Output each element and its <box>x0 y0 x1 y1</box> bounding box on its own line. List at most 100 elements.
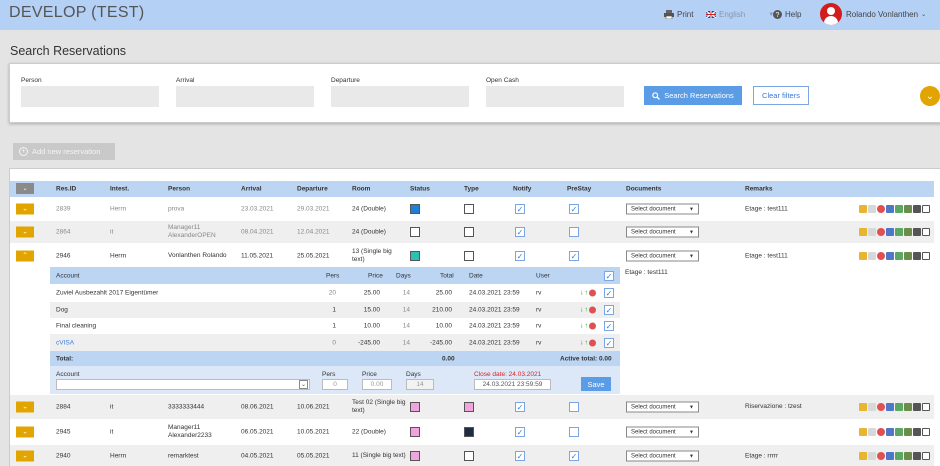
expand-row-button[interactable]: ⌄ <box>16 426 34 438</box>
arrow-down-icon[interactable]: ↓ <box>580 323 584 330</box>
print-icon[interactable] <box>895 452 903 460</box>
delete-icon[interactable] <box>877 228 885 236</box>
user-icon[interactable] <box>913 403 921 411</box>
cell-res-id[interactable]: 2864 <box>56 229 70 236</box>
delete-icon[interactable] <box>877 428 885 436</box>
header-res-id[interactable]: Res.ID <box>56 186 76 193</box>
document-icon[interactable] <box>868 403 876 411</box>
print-icon[interactable] <box>895 228 903 236</box>
money-icon[interactable] <box>904 452 912 460</box>
header-intest[interactable]: Intest. <box>110 186 129 193</box>
select-checkbox[interactable] <box>922 228 930 236</box>
help-button[interactable]: ? Help <box>773 10 801 19</box>
person-input[interactable] <box>21 86 159 107</box>
delete-icon[interactable] <box>877 452 885 460</box>
arrow-up-icon[interactable]: ↑ <box>585 323 589 330</box>
user-icon[interactable] <box>913 252 921 260</box>
select-document-dropdown[interactable]: Select document ▼ <box>626 250 699 262</box>
print-icon[interactable] <box>895 205 903 213</box>
add-reservation-button[interactable]: + Add new reservation <box>13 143 115 160</box>
calendar-icon[interactable] <box>886 403 894 411</box>
cell-res-id[interactable]: 2945 <box>56 429 70 436</box>
notify-checkbox[interactable]: ✓ <box>515 204 525 214</box>
money-icon[interactable] <box>904 205 912 213</box>
item-checkbox[interactable]: ✓ <box>604 288 614 298</box>
print-icon[interactable] <box>895 403 903 411</box>
edit-icon[interactable] <box>859 452 867 460</box>
print-icon[interactable] <box>895 428 903 436</box>
delete-icon[interactable] <box>589 322 596 330</box>
expand-row-button[interactable]: ⌄ <box>16 450 34 462</box>
expand-row-button[interactable]: ⌄ <box>16 226 34 238</box>
save-button[interactable]: Save <box>581 377 611 391</box>
arrow-up-icon[interactable]: ↑ <box>585 339 589 346</box>
search-reservations-button[interactable]: Search Reservations <box>644 86 742 105</box>
header-person[interactable]: Person <box>168 186 190 193</box>
prestay-checkbox[interactable] <box>569 402 579 412</box>
expand-row-button[interactable]: ⌄ <box>16 203 34 215</box>
user-icon[interactable] <box>913 205 921 213</box>
select-document-dropdown[interactable]: Select document ▼ <box>626 426 699 438</box>
prestay-checkbox[interactable] <box>569 227 579 237</box>
document-icon[interactable] <box>868 252 876 260</box>
delete-icon[interactable] <box>877 252 885 260</box>
money-icon[interactable] <box>904 252 912 260</box>
document-icon[interactable] <box>868 205 876 213</box>
expand-filters-button[interactable]: ⌄ <box>920 86 940 106</box>
item-checkbox[interactable]: ✓ <box>604 337 614 348</box>
arrow-down-icon[interactable]: ↓ <box>580 339 584 346</box>
item-checkbox[interactable]: ✓ <box>604 305 614 315</box>
delete-icon[interactable] <box>877 403 885 411</box>
cell-res-id[interactable]: 2839 <box>56 206 70 213</box>
user-avatar[interactable] <box>820 3 842 25</box>
delete-icon[interactable] <box>589 306 596 314</box>
select-document-dropdown[interactable]: Select document ▼ <box>626 450 699 462</box>
arrow-up-icon[interactable]: ↑ <box>585 290 589 297</box>
cell-res-id[interactable]: 2946 <box>56 253 70 260</box>
notify-checkbox[interactable]: ✓ <box>515 227 525 237</box>
header-prestay[interactable]: PreStay <box>567 186 591 193</box>
delete-icon[interactable] <box>877 205 885 213</box>
user-menu[interactable]: Rolando Vonlanthen ⌄ <box>846 10 926 19</box>
notify-checkbox[interactable]: ✓ <box>515 251 525 261</box>
expand-row-button[interactable]: ⌃ <box>16 250 34 262</box>
cell-res-id[interactable]: 2940 <box>56 453 70 460</box>
select-checkbox[interactable] <box>922 428 930 436</box>
select-document-dropdown[interactable]: Select document ▼ <box>626 401 699 413</box>
price-input[interactable]: 0.00 <box>362 379 392 390</box>
edit-icon[interactable] <box>859 228 867 236</box>
select-document-dropdown[interactable]: Select document ▼ <box>626 226 699 238</box>
table-row[interactable]: ⌄ 2884 it 3333333444 08.06.2021 10.06.2021 Tes… <box>10 395 934 419</box>
expand-row-button[interactable]: ⌄ <box>16 401 34 413</box>
table-row[interactable]: ⌄ 2940 Herrn remarktest 04.05.2021 05.05.2021… <box>10 445 934 466</box>
pers-input[interactable]: 0 <box>322 379 348 390</box>
edit-icon[interactable] <box>859 252 867 260</box>
header-departure[interactable]: Departure <box>297 186 328 193</box>
calendar-icon[interactable] <box>886 252 894 260</box>
departure-input[interactable] <box>331 86 469 107</box>
table-row[interactable]: ⌄ 2945 it Manager11 Alexander2233 06.05.2021… <box>10 421 934 443</box>
edit-icon[interactable] <box>859 428 867 436</box>
table-row[interactable]: ⌄ 2864 it Manager11 AlexanderOPEN 08.04.2021… <box>10 221 934 243</box>
edit-icon[interactable] <box>859 205 867 213</box>
arrow-up-icon[interactable]: ↑ <box>585 307 589 314</box>
arrow-down-icon[interactable]: ↓ <box>580 290 584 297</box>
print-icon[interactable] <box>895 252 903 260</box>
edit-icon[interactable] <box>859 403 867 411</box>
prestay-checkbox[interactable] <box>569 427 579 437</box>
prestay-checkbox[interactable]: ✓ <box>569 204 579 214</box>
prestay-checkbox[interactable]: ✓ <box>569 251 579 261</box>
close-date-input[interactable]: 24.03.2021 23:59:59 <box>474 379 551 390</box>
money-icon[interactable] <box>904 403 912 411</box>
open-cash-input[interactable] <box>486 86 624 107</box>
document-icon[interactable] <box>868 428 876 436</box>
arrow-down-icon[interactable]: ↓ <box>580 307 584 314</box>
select-checkbox[interactable] <box>922 452 930 460</box>
header-status[interactable]: Status <box>410 186 430 193</box>
header-remarks[interactable]: Remarks <box>745 186 772 193</box>
notify-checkbox[interactable]: ✓ <box>515 451 525 461</box>
prestay-checkbox[interactable]: ✓ <box>569 451 579 461</box>
header-documents[interactable]: Documents <box>626 186 661 193</box>
item-checkbox[interactable]: ✓ <box>604 321 614 331</box>
notify-checkbox[interactable]: ✓ <box>515 402 525 412</box>
